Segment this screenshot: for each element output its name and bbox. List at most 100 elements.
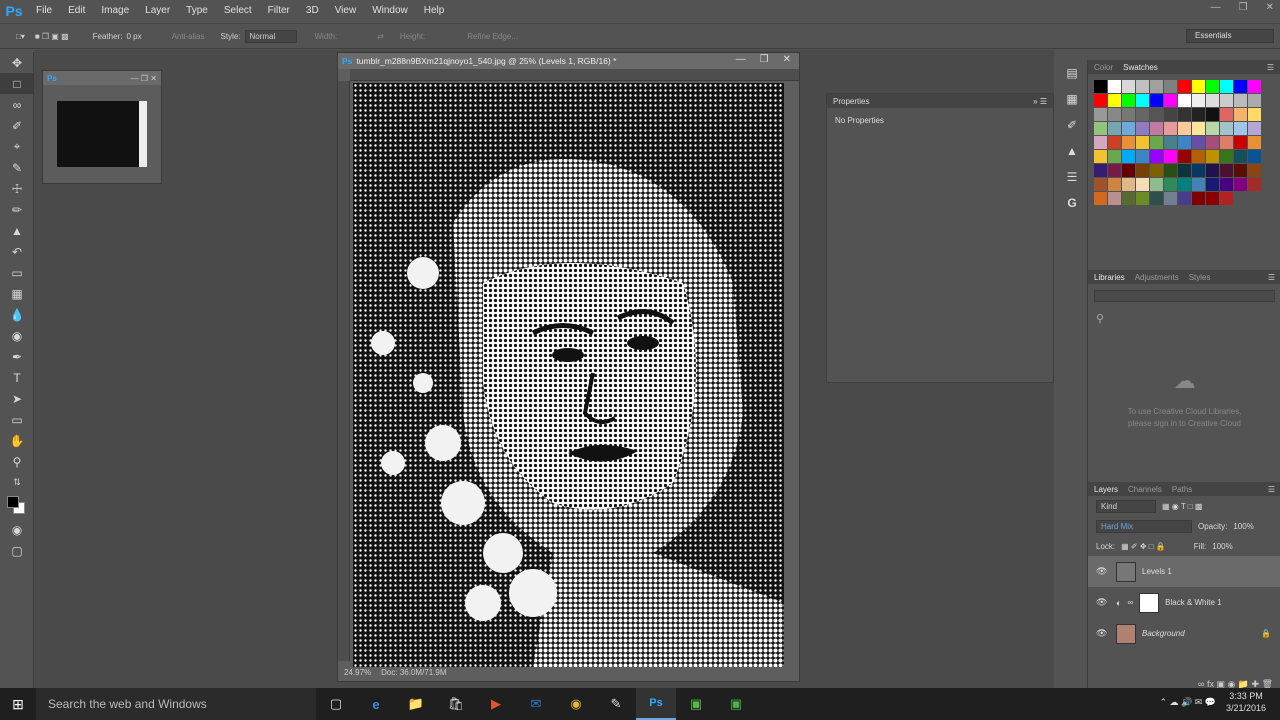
swatch[interactable] (1164, 178, 1177, 191)
move-tool-icon[interactable]: ✥ (0, 52, 34, 73)
swatch[interactable] (1248, 122, 1261, 135)
swatch[interactable] (1192, 122, 1205, 135)
swatch[interactable] (1234, 122, 1247, 135)
recorder-icon[interactable]: ▣ (716, 688, 756, 720)
swatch[interactable] (1220, 108, 1233, 121)
swatch[interactable] (1164, 150, 1177, 163)
windows-start-icon[interactable]: ⊞ (0, 688, 36, 720)
eraser-tool-icon[interactable]: ▭ (0, 262, 34, 283)
swatch[interactable] (1150, 94, 1163, 107)
swatch[interactable] (1136, 192, 1149, 205)
swatch[interactable] (1122, 122, 1135, 135)
lasso-tool-icon[interactable]: ∞ (0, 94, 34, 115)
mail-app-icon[interactable]: ✉ (516, 688, 556, 720)
swatch[interactable] (1136, 80, 1149, 93)
swatch[interactable] (1136, 164, 1149, 177)
swatch[interactable] (1206, 178, 1219, 191)
swatch[interactable] (1150, 164, 1163, 177)
hand-tool-icon[interactable]: ✋ (0, 430, 34, 451)
swatch[interactable] (1136, 150, 1149, 163)
swatch[interactable] (1248, 80, 1261, 93)
swatch[interactable] (1122, 80, 1135, 93)
swatch[interactable] (1094, 150, 1107, 163)
swatch[interactable] (1192, 108, 1205, 121)
swatch[interactable] (1248, 164, 1261, 177)
swatch[interactable] (1150, 192, 1163, 205)
type-tool-icon[interactable]: T (0, 367, 34, 388)
edge-icon[interactable]: e (356, 688, 396, 720)
fill-input[interactable]: 100% (1212, 542, 1232, 551)
swatch[interactable] (1150, 178, 1163, 191)
file-explorer-icon[interactable]: 📁 (396, 688, 436, 720)
visibility-eye-icon[interactable]: 👁 (1096, 566, 1110, 577)
swatch[interactable] (1178, 94, 1191, 107)
chrome-icon[interactable]: ◉ (556, 688, 596, 720)
brush-presets-icon[interactable]: ✐ (1058, 112, 1086, 138)
minimized-document[interactable]: Ps — ❐ ✕ (42, 70, 162, 184)
crop-tool-icon[interactable]: ⌖ (0, 136, 34, 157)
thumb-window-controls[interactable]: — ❐ ✕ (131, 74, 157, 83)
swatch[interactable] (1178, 80, 1191, 93)
swatch[interactable] (1206, 108, 1219, 121)
doc-size-info[interactable]: Doc: 36.0M/71.9M (381, 668, 446, 677)
swatch[interactable] (1220, 164, 1233, 177)
swatch[interactable] (1136, 94, 1149, 107)
creative-cloud-icon[interactable]: G (1058, 190, 1086, 216)
tab-swatches[interactable]: Swatches (1123, 63, 1158, 72)
swatch[interactable] (1192, 178, 1205, 191)
antialias-checkbox[interactable]: Anti-alias (172, 32, 205, 41)
swatch[interactable] (1234, 150, 1247, 163)
blend-mode-select[interactable]: Hard Mix (1096, 519, 1192, 533)
camtasia-icon[interactable]: ▣ (676, 688, 716, 720)
swatch[interactable] (1108, 150, 1121, 163)
swatch[interactable] (1094, 178, 1107, 191)
swatch[interactable] (1164, 80, 1177, 93)
task-view-icon[interactable]: ▢ (316, 688, 356, 720)
swatch[interactable] (1164, 136, 1177, 149)
swatch[interactable] (1122, 192, 1135, 205)
swatch[interactable] (1178, 192, 1191, 205)
swatch[interactable] (1248, 150, 1261, 163)
swatch[interactable] (1220, 192, 1233, 205)
swatch[interactable] (1164, 94, 1177, 107)
swatch[interactable] (1206, 136, 1219, 149)
swatch[interactable] (1192, 192, 1205, 205)
menu-layer[interactable]: Layer (137, 0, 178, 22)
swatch[interactable] (1150, 150, 1163, 163)
swatch[interactable] (1164, 164, 1177, 177)
menu-file[interactable]: File (28, 0, 60, 22)
close-icon[interactable]: ✕ (783, 54, 791, 65)
swatch[interactable] (1164, 192, 1177, 205)
swatch[interactable] (1220, 94, 1233, 107)
visibility-eye-icon[interactable]: 👁 (1096, 628, 1110, 639)
library-select[interactable] (1094, 290, 1275, 302)
swatch[interactable] (1206, 192, 1219, 205)
taskbar-search[interactable]: Search the web and Windows (36, 688, 316, 720)
refine-edge-button[interactable]: Refine Edge... (467, 32, 518, 41)
panel-menu-icon[interactable]: ☰ (1268, 485, 1275, 494)
swatch[interactable] (1108, 80, 1121, 93)
opacity-input[interactable]: 100% (1233, 522, 1253, 531)
swatch[interactable] (1164, 122, 1177, 135)
tab-libraries[interactable]: Libraries (1094, 273, 1125, 282)
layer-row-levels[interactable]: 👁 Levels 1 (1088, 556, 1280, 587)
photoshop-taskbar-icon[interactable]: Ps (636, 688, 676, 720)
swatch[interactable] (1108, 108, 1121, 121)
swatch[interactable] (1094, 122, 1107, 135)
panel-menu-icon[interactable]: ☰ (1267, 63, 1274, 72)
swatch[interactable] (1192, 80, 1205, 93)
feather-input[interactable]: 0 px (126, 32, 141, 41)
swatch[interactable] (1150, 80, 1163, 93)
swatch[interactable] (1150, 136, 1163, 149)
brush-tool-icon[interactable]: ✏ (0, 199, 34, 220)
swatch[interactable] (1136, 136, 1149, 149)
swatch[interactable] (1094, 94, 1107, 107)
swatch[interactable] (1122, 150, 1135, 163)
swatch[interactable] (1122, 94, 1135, 107)
adjustments-icon[interactable]: ☰ (1058, 164, 1086, 190)
layer-row-background[interactable]: 👁 Background 🔒 (1088, 618, 1280, 649)
swatch[interactable] (1192, 164, 1205, 177)
restore-icon[interactable]: ❐ (1239, 2, 1248, 13)
screen-mode-icon[interactable]: ▢ (0, 540, 34, 561)
swatch[interactable] (1220, 122, 1233, 135)
